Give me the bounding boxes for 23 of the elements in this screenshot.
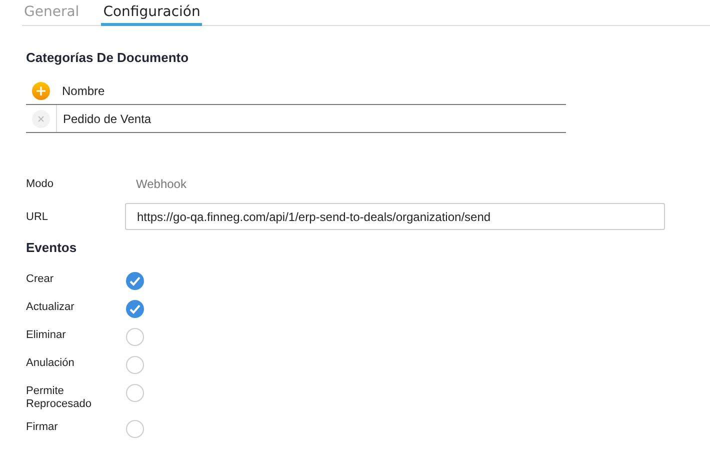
field-label: Modo — [26, 178, 55, 190]
checkbox[interactable] — [125, 355, 145, 375]
checkbox-label: Permite Reprocesado — [26, 384, 92, 411]
checkbox-label: Crear — [26, 272, 55, 286]
url-field[interactable]: https://go-qa.finneg.com/api/1/erp-send-to-deals/organization/send — [125, 203, 665, 230]
remove-icon[interactable] — [32, 110, 50, 128]
section-title: Categorías De Documento — [26, 50, 190, 65]
checkbox[interactable] — [125, 271, 145, 291]
table-cell-text: Pedido de Venta — [62, 112, 152, 126]
tab[interactable]: Configuración — [101, 4, 202, 26]
checkbox-label: Firmar — [26, 420, 59, 434]
checkbox[interactable] — [125, 299, 145, 319]
column-header: Nombre — [61, 84, 105, 98]
field-label: URL — [26, 210, 50, 222]
field-value: Webhook — [135, 177, 186, 191]
checkbox-label: Eliminar — [26, 328, 67, 342]
add-icon[interactable] — [32, 82, 50, 100]
checkbox[interactable] — [125, 327, 145, 347]
checkbox[interactable] — [125, 419, 145, 439]
checkbox[interactable] — [125, 383, 145, 403]
checkbox-label: Anulación — [26, 356, 76, 370]
checkbox-label: Actualizar — [26, 300, 76, 314]
section-title: Eventos — [26, 240, 78, 255]
